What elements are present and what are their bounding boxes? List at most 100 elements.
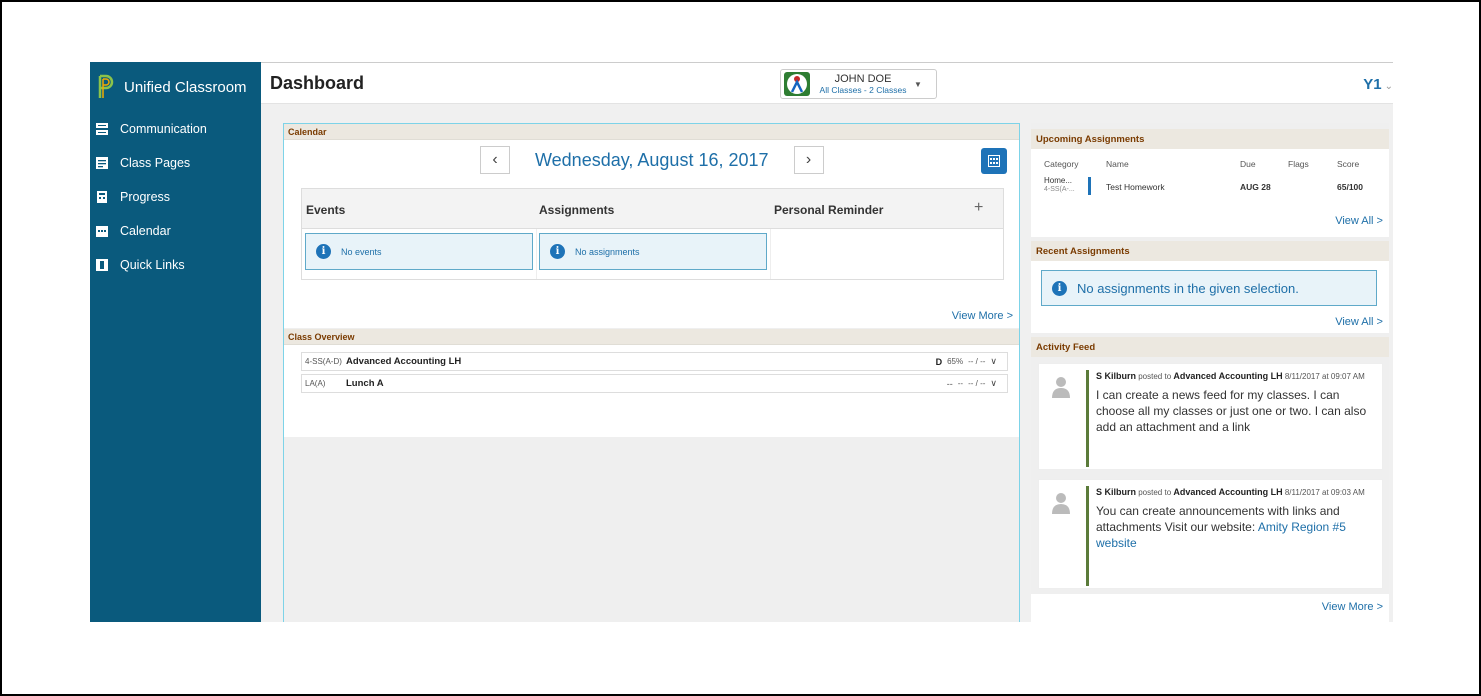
powerschool-logo-icon [96, 74, 116, 100]
category-column-header: Category [1044, 159, 1079, 169]
upcoming-view-all-link[interactable]: View All > [1335, 215, 1383, 227]
no-recent-assignments-message: i No assignments in the given selection. [1041, 270, 1377, 306]
brand-title: Unified Classroom [124, 78, 247, 96]
quick-links-icon [96, 259, 108, 271]
post-accent-bar [1086, 370, 1089, 467]
chevron-left-icon: ‹ [492, 151, 498, 168]
upcoming-assignments-heading: Upcoming Assignments [1031, 129, 1389, 149]
class-extra: -- / -- [968, 357, 986, 366]
personal-reminder-column-header: Personal Reminder [774, 203, 884, 217]
chevron-down-icon: ∨ [990, 378, 997, 388]
sidebar-item-calendar[interactable]: Calendar [90, 214, 261, 248]
chevron-down-icon: ∨ [990, 356, 997, 366]
page-title: Dashboard [270, 73, 365, 93]
post-class[interactable]: Advanced Accounting LH [1173, 487, 1282, 497]
score-column-header: Score [1337, 159, 1360, 169]
class-grade-summary: -- -- -- / -- ∨ [947, 378, 997, 389]
feed-view-more-link[interactable]: View More > [1322, 601, 1383, 613]
no-assignments-message: i No assignments [539, 233, 767, 270]
recent-assignments-heading: Recent Assignments [1031, 241, 1389, 261]
due-column-header: Due [1240, 159, 1256, 169]
post-message: I can create a news feed for my classes.… [1096, 388, 1367, 434]
user-avatar-icon [1052, 377, 1070, 398]
feed-post-body: S Kilburn posted to Advanced Accounting … [1096, 371, 1378, 435]
date-picker-button[interactable] [981, 148, 1007, 174]
post-author[interactable]: S Kilburn [1096, 371, 1136, 381]
class-pages-icon [96, 157, 108, 169]
term-label: Y1 [1363, 76, 1382, 93]
sidebar-item-class-pages[interactable]: Class Pages [90, 146, 261, 180]
class-row[interactable]: LA(A) Lunch A -- -- -- / -- ∨ [301, 374, 1008, 393]
class-code: 4-SS(A-D) [305, 357, 342, 366]
calendar-view-more-link[interactable]: View More > [952, 310, 1013, 322]
info-icon: i [550, 244, 565, 259]
post-time: 8/11/2017 at 09:03 AM [1284, 488, 1365, 497]
app-window: Unified Classroom Communication Class Pa… [90, 62, 1393, 622]
recent-assignments-panel: i No assignments in the given selection.… [1031, 261, 1389, 333]
recent-view-all-link[interactable]: View All > [1335, 316, 1383, 328]
upcoming-assignments-panel: Category Name Due Flags Score Home... 4-… [1031, 149, 1389, 237]
chevron-right-icon: › [805, 151, 812, 168]
post-time: 8/11/2017 at 09:07 AM [1284, 372, 1365, 381]
dashboard-content: Calendar ‹ Wednesday, August 16, 2017 › … [261, 104, 1393, 622]
communication-icon [96, 123, 108, 135]
no-recent-assignments-text: No assignments in the given selection. [1077, 280, 1299, 296]
progress-icon [97, 191, 107, 203]
calendar-navigation: ‹ Wednesday, August 16, 2017 › [480, 146, 824, 174]
class-name: Lunch A [346, 378, 384, 389]
no-events-text: No events [341, 246, 382, 257]
post-action: posted to [1138, 372, 1172, 381]
info-icon: i [1052, 280, 1067, 296]
class-grade: -- [946, 378, 953, 389]
activity-feed-panel: S Kilburn posted to Advanced Accounting … [1031, 357, 1389, 622]
assignment-due-date: AUG 28 [1240, 182, 1271, 192]
student-avatar-icon [784, 72, 810, 96]
sidebar-item-label: Quick Links [120, 258, 185, 272]
calendar-panel: ‹ Wednesday, August 16, 2017 › Events As… [284, 140, 1019, 328]
class-name: Advanced Accounting LH [346, 356, 462, 367]
calendar-heading: Calendar [284, 124, 1019, 140]
previous-day-button[interactable]: ‹ [480, 146, 510, 174]
feed-post: S Kilburn posted to Advanced Accounting … [1038, 479, 1383, 589]
student-classes: All Classes - 2 Classes [819, 85, 907, 95]
sidebar: Unified Classroom Communication Class Pa… [90, 62, 261, 622]
name-column-header: Name [1106, 159, 1129, 169]
class-code: LA(A) [305, 379, 326, 388]
right-column: Upcoming Assignments Category Name Due F… [1031, 123, 1389, 622]
column-divider [770, 229, 771, 279]
class-grade: D [935, 356, 943, 367]
no-assignments-text: No assignments [575, 246, 640, 257]
calendar-grid-icon [988, 155, 1000, 167]
assignment-category: Home... [1044, 176, 1073, 185]
calendar-table-header: Events Assignments Personal Reminder + [302, 189, 1003, 229]
sidebar-item-communication[interactable]: Communication [90, 112, 261, 146]
calendar-date: Wednesday, August 16, 2017 [535, 149, 769, 170]
category-color-bar [1088, 177, 1091, 195]
user-avatar-icon [1052, 493, 1070, 514]
class-overview-panel: 4-SS(A-D) Advanced Accounting LH D 65% -… [284, 345, 1019, 437]
term-selector[interactable]: Y1 ⌄ [1363, 76, 1393, 93]
post-class[interactable]: Advanced Accounting LH [1173, 371, 1282, 381]
chevron-down-icon: ⌄ [1384, 81, 1393, 92]
flags-column-header: Flags [1288, 159, 1309, 169]
class-row[interactable]: 4-SS(A-D) Advanced Accounting LH D 65% -… [301, 352, 1008, 371]
sidebar-item-label: Calendar [120, 224, 171, 238]
sidebar-item-quick-links[interactable]: Quick Links [90, 248, 261, 282]
post-action: posted to [1138, 488, 1172, 497]
brand[interactable]: Unified Classroom [90, 62, 261, 112]
sidebar-item-label: Communication [120, 122, 207, 136]
sidebar-item-label: Progress [120, 190, 171, 204]
activity-feed-heading: Activity Feed [1031, 337, 1389, 357]
calendar-table: Events Assignments Personal Reminder + i… [301, 188, 1004, 280]
add-reminder-button[interactable]: + [974, 199, 983, 217]
next-day-button[interactable]: › [793, 146, 824, 174]
post-author[interactable]: S Kilburn [1096, 487, 1136, 497]
class-grade-summary: D 65% -- / -- ∨ [936, 356, 997, 367]
student-info: JOHN DOE All Classes - 2 Classes [818, 73, 908, 95]
info-icon: i [316, 244, 331, 259]
sidebar-item-progress[interactable]: Progress [90, 180, 261, 214]
assignment-name: Test Homework [1106, 182, 1165, 192]
assignment-class-code: 4-SS(A-... [1044, 186, 1075, 193]
calendar-icon [96, 226, 108, 237]
student-selector[interactable]: JOHN DOE All Classes - 2 Classes ▼ [780, 69, 937, 99]
